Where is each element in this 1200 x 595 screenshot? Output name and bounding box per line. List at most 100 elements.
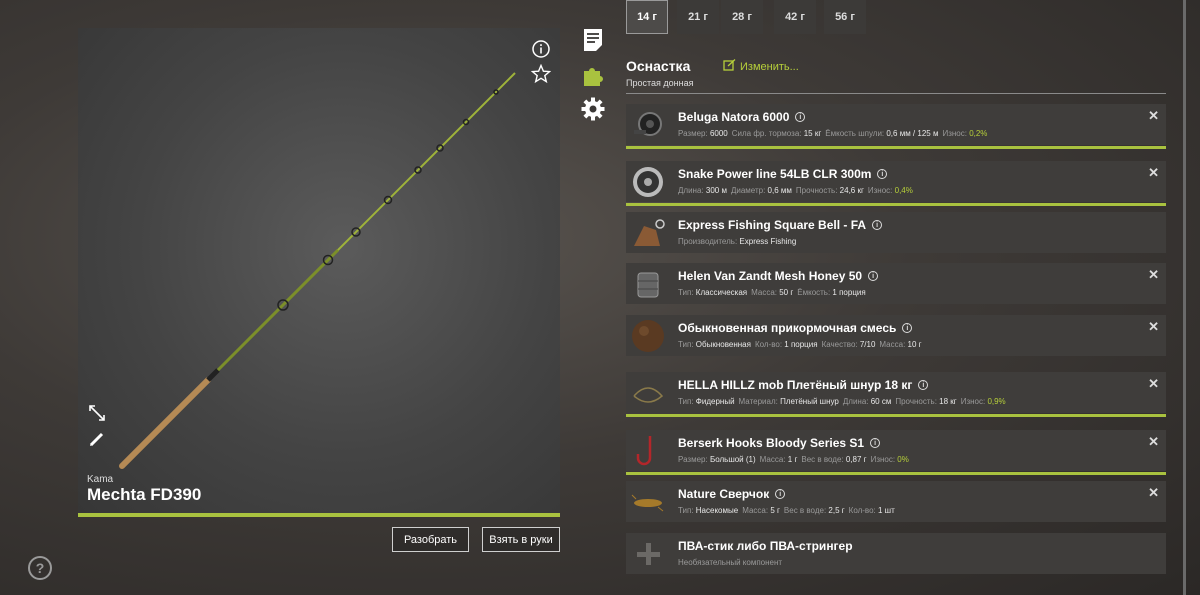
stat-key: Длина: (678, 186, 706, 195)
item-name-text: HELLA HILLZ mob Плетёный шнур 18 кг (678, 378, 913, 392)
stat-key: Ёмкость шпули: (825, 129, 887, 138)
stat-value: Большой (1) (709, 455, 756, 464)
stat-key: Производитель: (678, 237, 740, 246)
stat-value: 18 кг (939, 397, 957, 406)
rod-viewer[interactable] (78, 28, 560, 514)
item-name-text: ПВА-стик либо ПВА-стрингер (678, 539, 853, 553)
remove-icon[interactable]: ✕ (1148, 108, 1159, 124)
rod-brand: Kama (87, 474, 114, 485)
star-icon[interactable] (530, 63, 552, 85)
item-name: Beluga Natora 6000 i (678, 110, 806, 124)
stat-value: 0,4% (894, 186, 913, 195)
stat-key: Ёмкость: (797, 288, 833, 297)
item-name-text: Beluga Natora 6000 (678, 110, 790, 124)
item-stats: Необязательный компонент (678, 558, 782, 567)
stat-key: Вес в воде: (801, 455, 846, 464)
disassemble-button[interactable]: Разобрать (392, 527, 469, 552)
info-icon[interactable]: i (868, 271, 879, 281)
stat-key: Тип: (678, 288, 696, 297)
rig-item[interactable]: Nature Сверчок i Тип: Насекомые Масса: 5 гВ… (626, 481, 1166, 522)
stat-value: 50 г (779, 288, 794, 297)
remove-icon[interactable]: ✕ (1148, 319, 1159, 335)
hook-icon (628, 432, 668, 469)
leader-icon (628, 374, 668, 411)
item-name-text: Helen Van Zandt Mesh Honey 50 (678, 269, 863, 283)
stat-key: Тип: (678, 397, 696, 406)
settings-gear-icon[interactable] (581, 97, 605, 121)
edit-rig-link[interactable]: Изменить... (723, 59, 799, 74)
weight-tab[interactable]: 56 г (824, 0, 866, 34)
condition-bar (626, 414, 1166, 417)
stat-key: Износ: (870, 455, 898, 464)
info-icon[interactable]: i (775, 489, 786, 499)
info-icon[interactable]: i (902, 323, 913, 333)
rig-item[interactable]: Berserk Hooks Bloody Series S1 i Размер: Б… (626, 430, 1166, 475)
item-stats: Тип: Классическая Масса: 50 г Ёмкость: 1 п… (678, 288, 870, 297)
remove-icon[interactable]: ✕ (1148, 165, 1159, 181)
rig-item[interactable]: Helen Van Zandt Mesh Honey 50 i Тип: Класс… (626, 263, 1166, 304)
scrollbar[interactable] (1183, 0, 1186, 595)
remove-icon[interactable]: ✕ (1148, 434, 1159, 450)
weight-tab[interactable]: 14 г (626, 0, 668, 34)
expand-icon[interactable] (86, 402, 108, 424)
stat-key: Диаметр: (730, 186, 768, 195)
rig-item[interactable]: Snake Power line 54LB CLR 300m i Длина: 30… (626, 161, 1166, 206)
item-stats: Тип: Фидерный Материал: Плетёный шнур Длин… (678, 397, 1010, 406)
stat-value: 10 г (907, 340, 922, 349)
stat-value: 1 порция (832, 288, 866, 297)
weight-tab[interactable]: 28 г (721, 0, 763, 34)
tackle-puzzle-icon[interactable] (581, 63, 605, 87)
rig-item[interactable]: Beluga Natora 6000 i Размер: 6000 Сила фр. … (626, 104, 1166, 149)
info-icon[interactable]: i (795, 112, 806, 122)
remove-icon[interactable]: ✕ (1148, 376, 1159, 392)
item-name: HELLA HILLZ mob Плетёный шнур 18 кг i (678, 378, 929, 392)
stat-key: Износ: (960, 397, 988, 406)
rig-item[interactable]: Express Fishing Square Bell - FA i Произво… (626, 212, 1166, 253)
item-name: Обыкновенная прикормочная смесь i (678, 321, 913, 335)
edit-label: Изменить... (740, 60, 799, 73)
weight-tab[interactable]: 42 г (774, 0, 816, 34)
notes-icon[interactable] (581, 28, 605, 52)
item-name: Nature Сверчок i (678, 487, 786, 501)
info-icon[interactable]: i (872, 220, 883, 230)
item-name: ПВА-стик либо ПВА-стрингер (678, 539, 853, 553)
pencil-icon[interactable] (86, 428, 108, 450)
stat-value: 0,2% (969, 129, 988, 138)
stat-key: Тип: (678, 340, 696, 349)
weight-tab[interactable]: 21 г (677, 0, 719, 34)
stat-value: Express Fishing (739, 237, 797, 246)
stat-key: Сила фр. тормоза: (731, 129, 804, 138)
remove-icon[interactable]: ✕ (1148, 485, 1159, 501)
stat-value: 24,6 кг (839, 186, 864, 195)
stat-value: 1 порция (784, 340, 818, 349)
rod-image (119, 72, 516, 469)
rod-condition-bar (78, 513, 560, 517)
stat-key: Масса: (742, 506, 771, 515)
item-stats: Длина: 300 м Диаметр: 0,6 мм Прочность: 24… (678, 186, 917, 195)
rig-item[interactable]: Обыкновенная прикормочная смесь i Тип: Обы… (626, 315, 1166, 356)
stat-key: Масса: (751, 288, 780, 297)
item-name-text: Snake Power line 54LB CLR 300m (678, 167, 872, 181)
item-name: Snake Power line 54LB CLR 300m i (678, 167, 888, 181)
info-icon[interactable]: i (918, 380, 929, 390)
stat-key: Масса: (879, 340, 908, 349)
plus-icon (628, 535, 668, 572)
stat-key: Кол-во: (848, 506, 878, 515)
rig-item[interactable]: HELLA HILLZ mob Плетёный шнур 18 кг i Тип:… (626, 372, 1166, 417)
rig-item[interactable]: ПВА-стик либо ПВА-стрингер Необязательный… (626, 533, 1166, 574)
stat-value: 7/10 (859, 340, 876, 349)
info-icon[interactable]: i (877, 169, 888, 179)
take-in-hands-button[interactable]: Взять в руки (482, 527, 560, 552)
info-icon[interactable] (530, 38, 552, 60)
item-name: Express Fishing Square Bell - FA i (678, 218, 883, 232)
remove-icon[interactable]: ✕ (1148, 267, 1159, 283)
stat-value: 300 м (705, 186, 727, 195)
info-icon[interactable]: i (870, 438, 881, 448)
stat-key: Масса: (759, 455, 788, 464)
stat-key: Необязательный компонент (678, 558, 783, 567)
line-spool-icon (628, 163, 668, 200)
help-icon[interactable]: ? (28, 556, 52, 580)
stat-value: 0,9% (987, 397, 1006, 406)
stat-value: 5 г (770, 506, 780, 515)
condition-bar (626, 472, 1166, 475)
